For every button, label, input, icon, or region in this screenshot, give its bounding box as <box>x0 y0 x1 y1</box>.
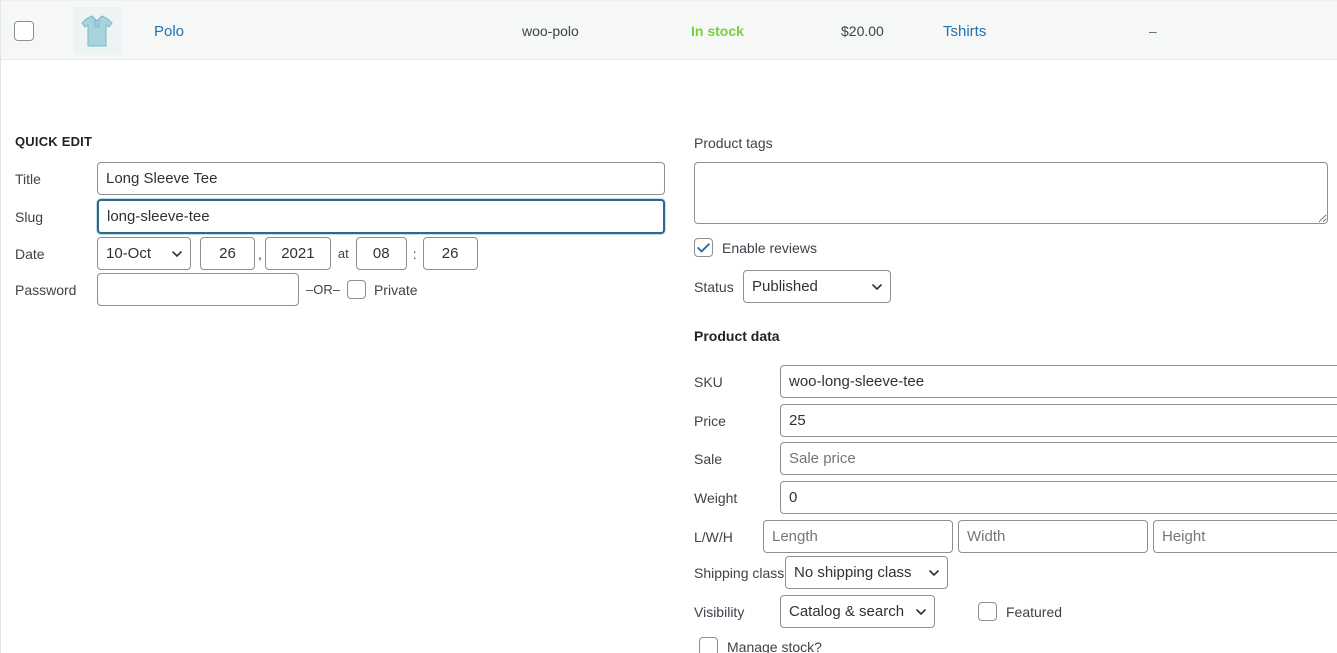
date-day-input[interactable] <box>200 237 255 270</box>
featured-checkbox[interactable] <box>978 602 997 621</box>
enable-reviews-checkbox[interactable] <box>694 238 713 257</box>
product-thumbnail-cell <box>73 1 121 61</box>
quick-edit-legend: QUICK EDIT <box>15 134 93 149</box>
date-label: Date <box>15 245 45 262</box>
date-year-input[interactable] <box>264 237 331 270</box>
private-checkbox[interactable] <box>346 280 366 299</box>
visibility-select-wrap: Catalog & searchCatalogSearchHidden <box>780 595 935 628</box>
price-input[interactable] <box>780 404 1337 437</box>
visibility-select[interactable]: Catalog & searchCatalogSearchHidden <box>780 595 935 628</box>
password-row: Password –OR– Private <box>15 273 418 306</box>
password-label: Password <box>15 281 77 298</box>
height-input[interactable] <box>1153 520 1337 553</box>
shipping-class-label: Shipping class <box>694 564 785 581</box>
date-month-select-wrap: 01-Jan02-Feb03-Mar04-Apr05-May06-Jun07-J… <box>97 237 191 270</box>
weight-row: Weight <box>694 481 1337 514</box>
product-category-link[interactable]: Tshirts <box>943 23 986 40</box>
sku-label: SKU <box>694 373 723 390</box>
password-or-separator: –OR– <box>306 282 340 297</box>
sku-row: SKU <box>694 365 1337 398</box>
sku-input[interactable] <box>780 365 1337 398</box>
dimensions-label: L/W/H <box>694 528 733 545</box>
product-category-cell: Tshirts <box>943 1 986 61</box>
status-select-wrap: PublishedPending ReviewDraft <box>743 270 891 303</box>
row-select-checkbox[interactable] <box>14 21 34 41</box>
manage-stock-label: Manage stock? <box>727 638 822 653</box>
date-hour-input[interactable] <box>355 237 407 270</box>
shipping-class-row: Shipping class No shipping classSame cla… <box>694 556 948 589</box>
status-row: Status PublishedPending ReviewDraft <box>694 270 891 303</box>
title-row: Title <box>15 162 665 195</box>
product-price-cell: $20.00 <box>841 23 884 39</box>
quick-edit-screen: Polo woo-polo In stock $20.00 Tshirts – … <box>0 0 1337 653</box>
product-name-cell: Polo <box>154 1 184 61</box>
product-list-row: Polo woo-polo In stock $20.00 Tshirts – <box>1 0 1337 60</box>
password-input[interactable] <box>97 273 299 306</box>
row-select-cell <box>14 1 34 61</box>
length-input[interactable] <box>763 520 953 553</box>
private-label: Private <box>373 281 418 298</box>
weight-label: Weight <box>694 489 738 506</box>
enable-reviews-row: Enable reviews <box>694 238 817 257</box>
status-select[interactable]: PublishedPending ReviewDraft <box>743 270 891 303</box>
width-input[interactable] <box>958 520 1148 553</box>
date-at-label: at <box>337 246 349 261</box>
visibility-row: Visibility Catalog & searchCatalogSearch… <box>694 595 1062 628</box>
date-row: Date 01-Jan02-Feb03-Mar04-Apr05-May06-Ju… <box>15 237 478 270</box>
title-input[interactable] <box>97 162 665 195</box>
slug-row: Slug <box>15 199 665 234</box>
visibility-label: Visibility <box>694 603 745 620</box>
date-colon-separator: : <box>412 245 417 262</box>
product-name-link[interactable]: Polo <box>154 23 184 40</box>
status-label: Status <box>694 278 734 295</box>
sale-label: Sale <box>694 450 723 467</box>
sale-price-input[interactable] <box>780 442 1337 475</box>
slug-label: Slug <box>15 208 44 225</box>
shipping-class-select-wrap: No shipping classSame class as parent <box>785 556 948 589</box>
featured-label: Featured <box>1006 603 1063 620</box>
product-sku-cell: woo-polo <box>522 23 579 39</box>
product-tags-textarea[interactable] <box>694 162 1328 224</box>
shipping-class-select[interactable]: No shipping classSame class as parent <box>785 556 948 589</box>
product-stock-status: In stock <box>691 23 744 39</box>
slug-input[interactable] <box>97 199 665 234</box>
manage-stock-checkbox[interactable] <box>699 637 718 653</box>
sale-row: Sale <box>694 442 1337 475</box>
manage-stock-row: Manage stock? <box>694 637 822 653</box>
product-tags-label: Product tags <box>694 135 773 151</box>
dimensions-row: L/W/H <box>694 520 1337 553</box>
weight-input[interactable] <box>780 481 1337 514</box>
polo-shirt-thumbnail-icon[interactable] <box>73 7 121 55</box>
enable-reviews-label: Enable reviews <box>722 239 817 256</box>
product-tags-cell: – <box>1149 23 1157 39</box>
date-month-select[interactable]: 01-Jan02-Feb03-Mar04-Apr05-May06-Jun07-J… <box>97 237 191 270</box>
product-data-title: Product data <box>694 328 780 344</box>
title-label: Title <box>15 170 41 187</box>
price-label: Price <box>694 412 726 429</box>
price-row: Price <box>694 404 1337 437</box>
date-minute-input[interactable] <box>422 237 478 270</box>
date-comma-separator: , <box>258 245 262 262</box>
